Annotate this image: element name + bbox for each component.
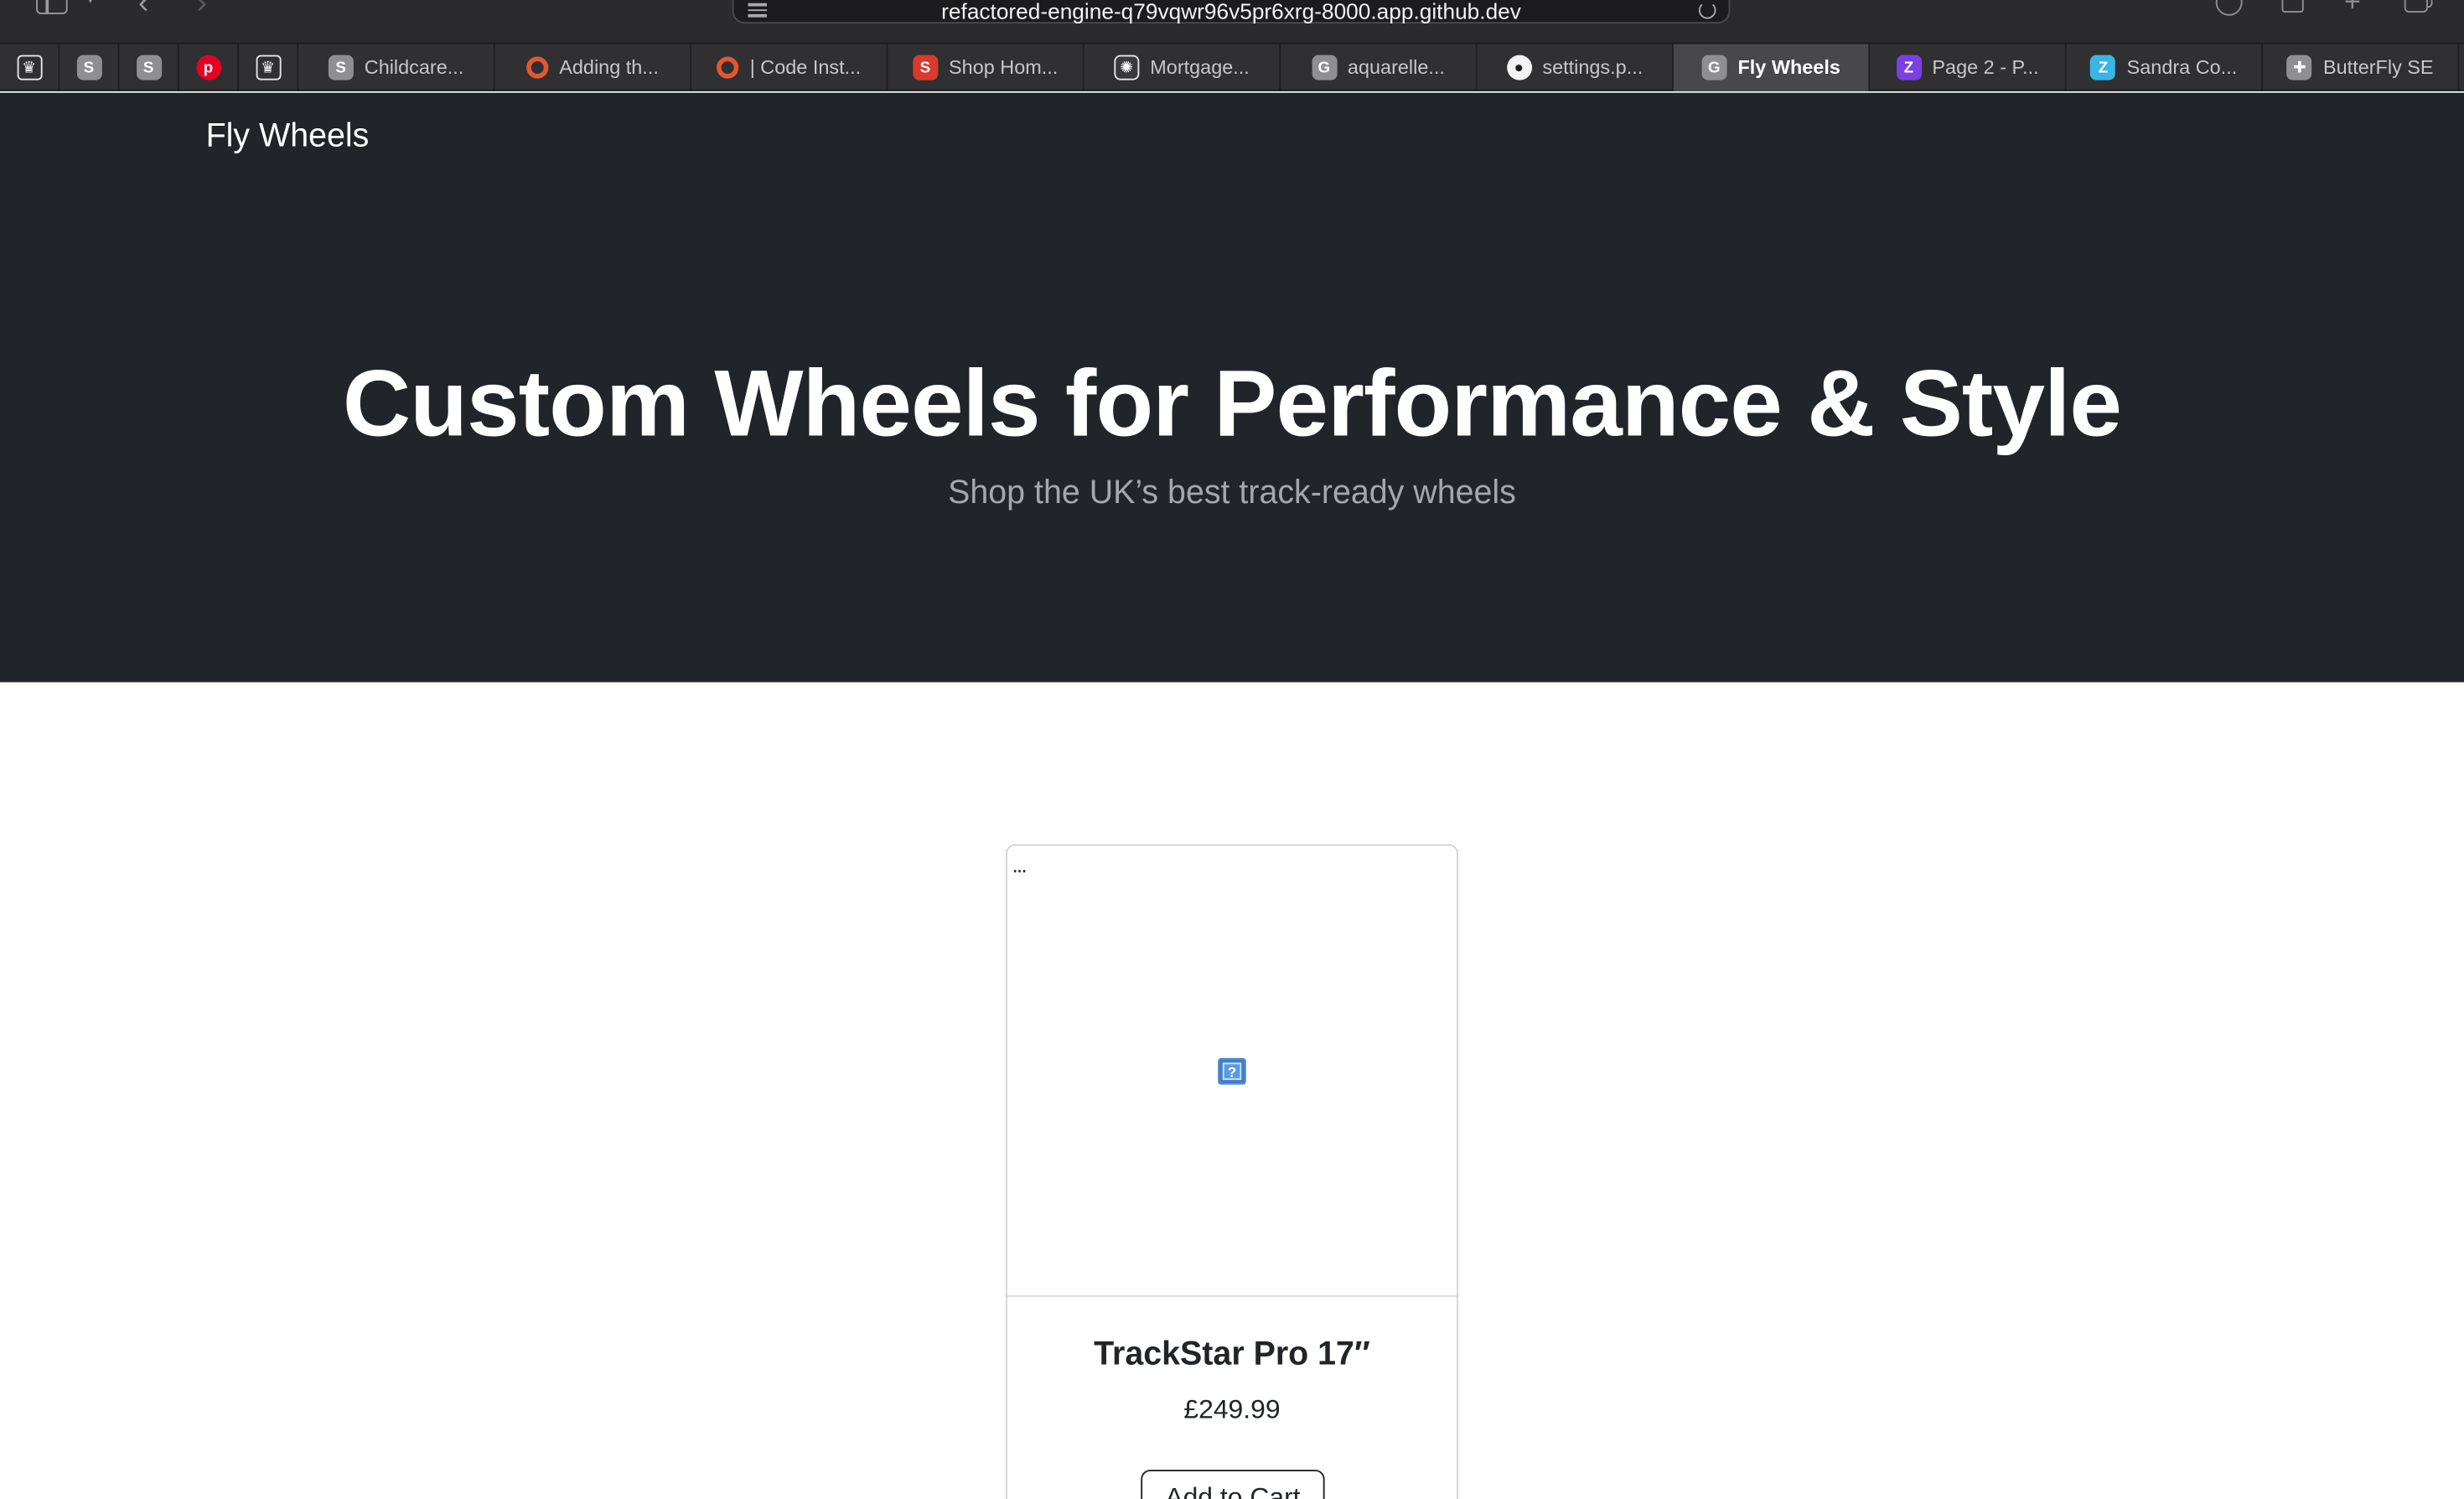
product-name: TrackStar Pro 17″ [1094,1336,1370,1372]
ring-icon [717,56,739,79]
reload-icon[interactable] [1698,1,1716,19]
z-letter-icon: Z [1896,54,1922,80]
pinned-tab[interactable]: ♛ [239,44,299,91]
pinterest-icon: p [195,54,221,80]
tab-label: settings.p... [1542,56,1644,79]
browser-tab[interactable]: | Code Inst... [691,44,888,91]
tab-label: Sandra Co... [2126,56,2238,79]
sidebar-toggle-icon[interactable] [34,0,69,16]
browser-tab[interactable]: Z Page 2 - P... [1870,44,2067,91]
browser-tab[interactable]: ● settings.p... [1478,44,1674,91]
browser-tab[interactable]: Adding th... [495,44,691,91]
browser-tab[interactable]: G Fly Wheels [1673,44,1871,91]
browser-tab[interactable]: ✺ Mortgage... [1084,44,1281,91]
tab-overview-icon[interactable] [2401,0,2430,16]
browser-window: ▾ ‹ › refactored-engine-q79vqwr96v5pr6xr… [0,0,2464,1499]
tab-label: Page 2 - P... [1932,56,2039,79]
github-icon: ● [1506,54,1532,80]
s-letter-icon: S [328,54,354,80]
hero-section: Fly Wheels Custom Wheels for Performance… [0,92,2464,682]
hero-subtitle: Shop the UK’s best track-ready wheels [948,475,1516,511]
tab-label: Fly Wheels [1737,56,1840,79]
crown-icon: ♛ [16,54,42,80]
ring-icon [525,56,549,79]
g-letter-icon: G [1701,54,1727,80]
add-to-cart-button[interactable]: Add to Cart [1141,1470,1325,1499]
browser-tab[interactable]: Gaquarelle... [1281,44,1478,91]
product-price: £249.99 [1183,1394,1281,1424]
url-text: refactored-engine-q79vqwr96v5pr6xrg-8000… [941,0,1521,24]
tab-strip: ♛ S Sp ♛ S Childcare... Adding th... | Code Ins… [0,44,2464,91]
tab-label: | Code Inst... [749,56,862,79]
tab-label: aquarelle... [1347,56,1445,79]
broken-image-icon: ? [1218,1057,1246,1085]
s-letter-icon: S [136,54,162,80]
pinned-tab[interactable]: S [60,44,120,91]
crown-icon: ♛ [255,54,281,80]
address-bar[interactable]: refactored-engine-q79vqwr96v5pr6xrg-8000… [732,0,1731,24]
product-card: ... ? TrackStar Pro 17″ £249.99 Add to C… [1006,843,1458,1499]
browser-tab[interactable]: Z Sandra Co... [2067,44,2263,91]
pinned-tab[interactable]: p [179,44,239,91]
g-letter-icon: G [1311,54,1337,80]
tab-label: Childcare... [364,56,464,79]
s-letter-icon: S [912,54,938,80]
browser-tab[interactable]: ✚ ButterFly SE [2263,44,2460,91]
navbar-brand[interactable]: Fly Wheels [206,118,370,156]
browser-toolbar: ▾ ‹ › refactored-engine-q79vqwr96v5pr6xr… [0,0,2464,44]
tab-label: Adding th... [559,56,659,79]
chevron-down-icon[interactable]: ▾ [86,0,94,8]
butterfly-icon: ✚ [2286,54,2312,80]
tab-label: Shop Hom... [949,56,1059,79]
zapier-icon: Z [2090,54,2116,80]
s-letter-icon: S [75,54,101,80]
tab-label: ButterFly SE [2323,56,2434,79]
back-arrow-icon[interactable]: ‹ [138,0,149,22]
openai-icon: ✺ [1114,54,1140,80]
pinned-tab[interactable]: ♛ [0,44,60,91]
forward-arrow-icon[interactable]: › [196,0,207,22]
image-alt-text: ... [1012,852,1028,878]
share-icon[interactable] [2279,0,2307,16]
pinned-tab[interactable]: S [120,44,179,91]
tab-label: Mortgage... [1150,56,1250,79]
browser-tab[interactable]: S Shop Hom... [888,44,1084,91]
hero-title: Custom Wheels for Performance & Style [342,350,2122,456]
product-image: ... ? [1007,846,1457,1297]
new-tab-icon[interactable]: + [2338,0,2367,17]
browser-tab[interactable]: S Childcare... [298,44,495,91]
download-icon[interactable] [2214,0,2243,16]
